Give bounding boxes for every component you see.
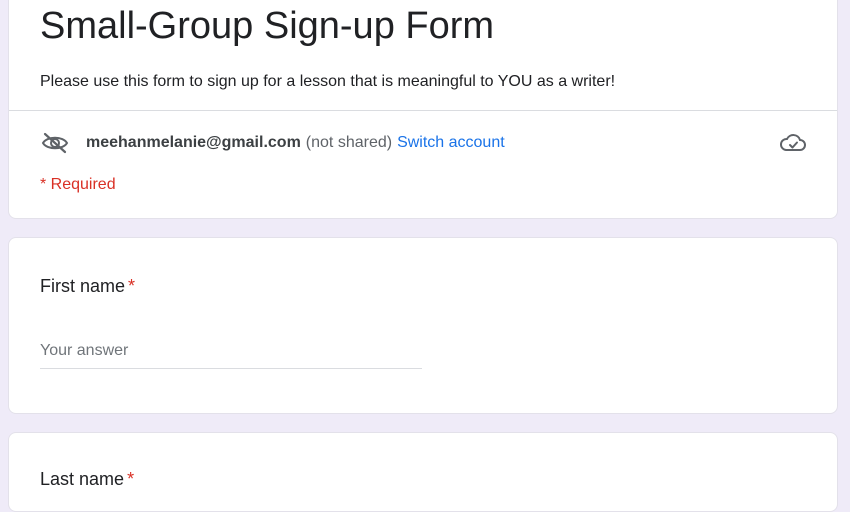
required-star: * — [128, 276, 136, 296]
header-divider — [9, 110, 837, 111]
not-shared-note: (not shared) — [305, 134, 393, 151]
question-label: First name * — [40, 274, 135, 298]
account-row: meehanmelanie@gmail.com (not shared) Swi… — [40, 131, 807, 155]
question-title: First name — [40, 276, 126, 296]
form-title: Small-Group Sign-up Form — [40, 5, 495, 47]
account-email: meehanmelanie@gmail.com — [86, 134, 301, 151]
required-note: * Required — [40, 176, 116, 193]
switch-account-link[interactable]: Switch account — [397, 134, 505, 152]
question-card-first-name: First name * — [8, 237, 838, 414]
cloud-check-icon[interactable] — [779, 131, 807, 155]
form-header-card: Small-Group Sign-up Form Please use this… — [8, 0, 838, 219]
question-label: Last name * — [40, 467, 134, 491]
first-name-input[interactable] — [40, 342, 422, 369]
question-card-last-name: Last name * — [8, 432, 838, 512]
question-title: Last name — [40, 469, 125, 489]
form-description: Please use this form to sign up for a le… — [40, 73, 616, 90]
eye-off-icon — [40, 131, 70, 155]
required-star: * — [127, 469, 135, 489]
